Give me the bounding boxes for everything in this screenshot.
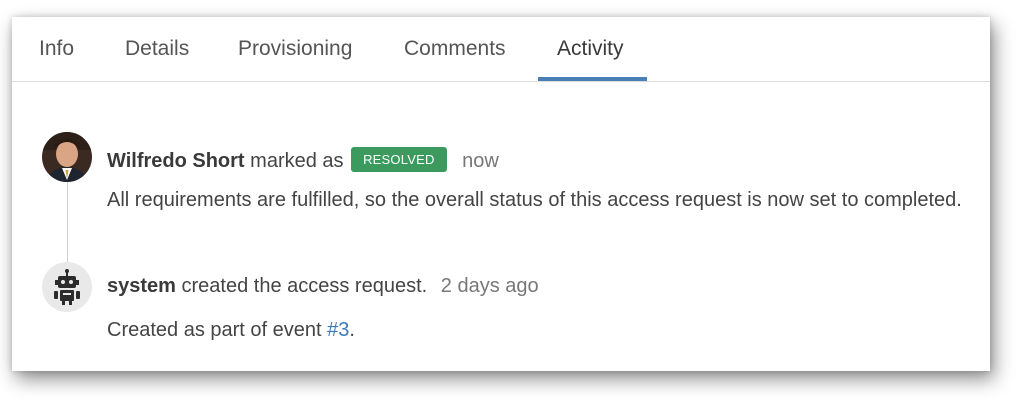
activity-time: 2 days ago	[440, 275, 539, 297]
activity-actor[interactable]: Wilfredo Short	[107, 150, 245, 172]
activity-item-2-message: Created as part of event #3.	[107, 319, 355, 342]
user-avatar	[42, 132, 92, 182]
tab-activity[interactable]: Activity	[557, 37, 624, 61]
robot-icon	[54, 269, 80, 305]
message-text: Created as part of event	[107, 319, 322, 341]
tab-info[interactable]: Info	[39, 37, 74, 61]
request-card: Info Details Provisioning Comments Activ…	[12, 17, 990, 371]
activity-item-1-message: All requirements are fulfilled, so the o…	[107, 189, 962, 211]
activity-action: created the access request.	[181, 275, 428, 297]
tab-bar: Info Details Provisioning Comments Activ…	[12, 17, 990, 82]
tab-details[interactable]: Details	[125, 37, 189, 61]
activity-actor: system	[107, 275, 176, 297]
tab-comments[interactable]: Comments	[404, 37, 506, 61]
system-avatar	[42, 262, 92, 312]
active-tab-indicator	[538, 77, 647, 81]
event-link[interactable]: #3	[327, 319, 349, 341]
activity-action: marked as	[250, 150, 344, 172]
activity-time: now	[462, 150, 499, 172]
status-badge: RESOLVED	[351, 147, 447, 172]
timeline-connector	[67, 182, 68, 272]
tab-provisioning[interactable]: Provisioning	[238, 37, 352, 61]
message-suffix: .	[349, 319, 355, 341]
activity-item-1-header: Wilfredo Short marked as RESOLVED now	[107, 147, 499, 173]
activity-item-2-header: system created the access request. 2 day…	[107, 275, 539, 298]
user-avatar-photo	[42, 132, 92, 182]
